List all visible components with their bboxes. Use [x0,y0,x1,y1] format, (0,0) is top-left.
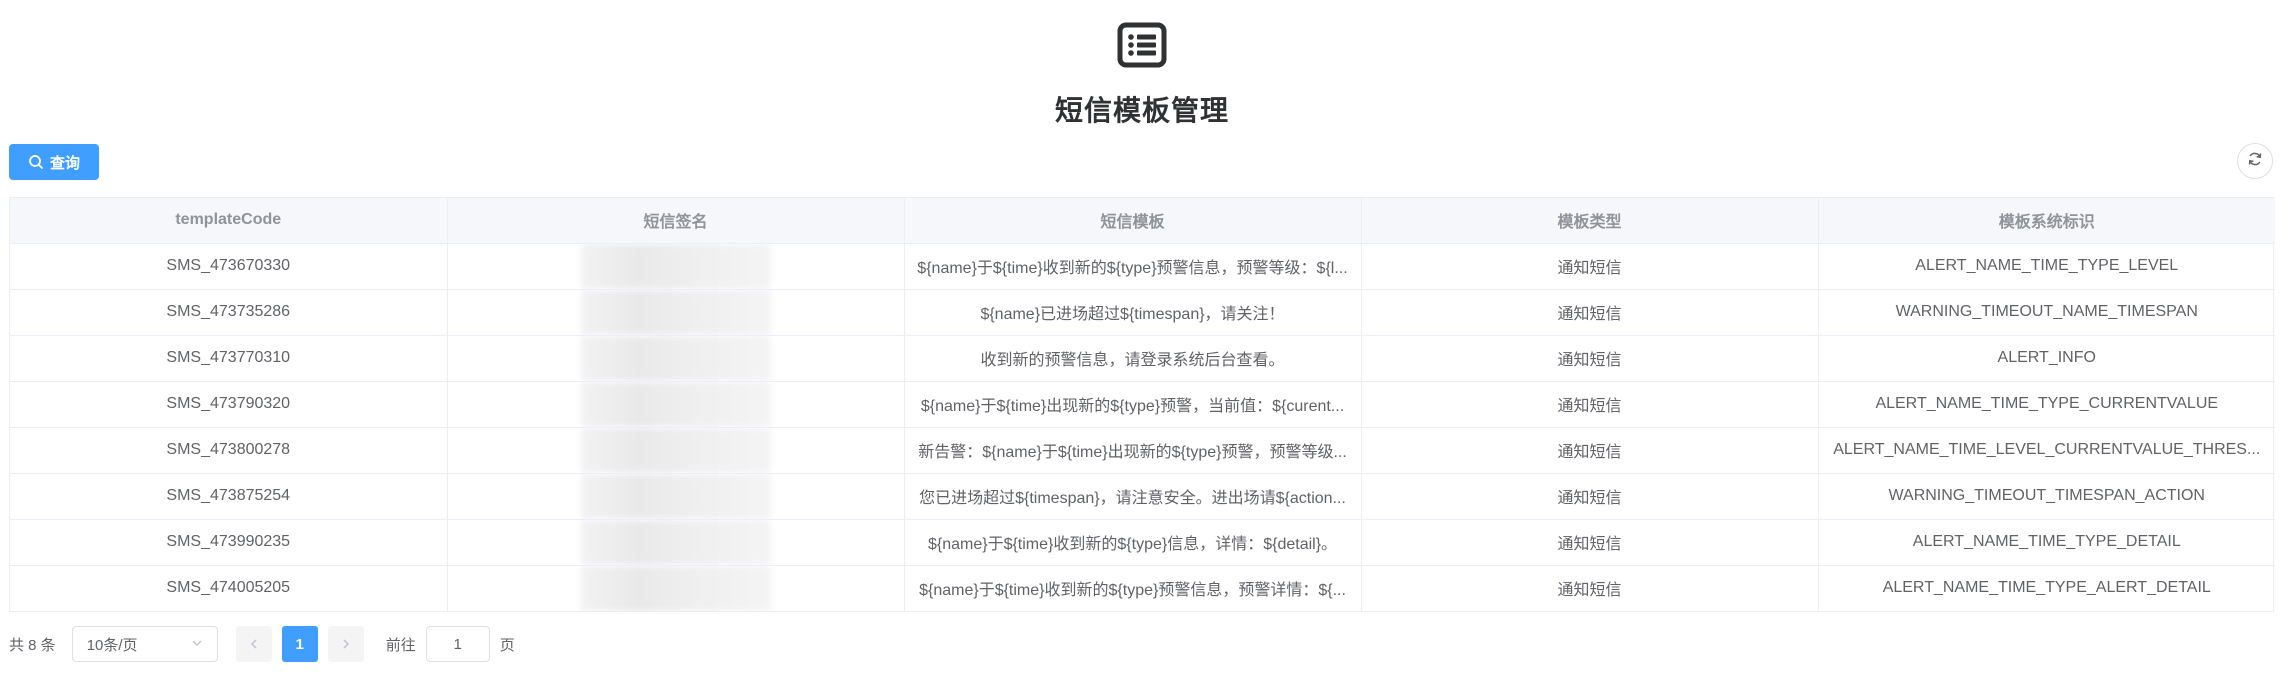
cell-type: 通知短信 [1361,519,1819,566]
chevron-right-icon [341,634,351,655]
table-header-row: templateCode 短信签名 短信模板 模板类型 模板系统标识 [10,198,2275,244]
table-row[interactable]: SMS_473800278 新告警：${name}于${time}出现新的${t… [10,427,2275,474]
cell-template-code: SMS_473735286 [10,289,448,336]
query-button[interactable]: 查询 [9,144,99,180]
page-size-value: 10条/页 [86,636,138,654]
redacted-signature [580,243,771,288]
page-size-select[interactable]: 10条/页 [71,626,218,662]
cell-template: ${name}于${time}收到新的${type}预警信息，预警等级：${l.… [904,243,1362,290]
column-header: 模板系统标识 [1818,198,2275,244]
cell-template-code: SMS_473770310 [10,335,448,382]
cell-template: ${name}已进场超过${timespan}，请关注！ [904,289,1362,336]
page-header: 短信模板管理 [0,22,2284,129]
pagination: 共 8 条 10条/页 1 前往 页 [9,626,515,662]
cell-signature [447,519,905,566]
table-row[interactable]: SMS_473875254 您已进场超过${timespan}，请注意安全。进出… [10,473,2275,520]
redacted-signature [580,565,771,611]
cell-system-id: ALERT_NAME_TIME_TYPE_CURRENTVALUE [1818,381,2275,428]
table-row[interactable]: SMS_474005205 ${name}于${time}收到新的${type}… [10,565,2275,611]
cell-template: ${name}于${time}出现新的${type}预警，当前值：${curen… [904,381,1362,428]
page-number-current[interactable]: 1 [281,626,318,662]
goto-page-input[interactable] [425,626,490,662]
next-page-button[interactable] [327,626,364,662]
page-title: 短信模板管理 [1054,95,1229,126]
query-button-label: 查询 [49,154,80,172]
cell-template-code: SMS_473875254 [10,473,448,520]
redacted-signature [580,289,771,334]
chevron-down-icon [191,636,203,653]
cell-system-id: ALERT_INFO [1818,335,2275,382]
template-table: templateCode 短信签名 短信模板 模板类型 模板系统标识 SMS_4… [9,197,2275,612]
cell-system-id: ALERT_NAME_TIME_TYPE_LEVEL [1818,243,2275,290]
cell-signature [447,565,905,611]
cell-template-code: SMS_473990235 [10,519,448,566]
cell-type: 通知短信 [1361,335,1819,382]
cell-type: 通知短信 [1361,381,1819,428]
table-row[interactable]: SMS_473790320 ${name}于${time}出现新的${type}… [10,381,2275,428]
cell-system-id: ALERT_NAME_TIME_TYPE_DETAIL [1818,519,2275,566]
search-icon [28,154,44,170]
redacted-signature [580,381,771,426]
cell-type: 通知短信 [1361,289,1819,336]
cell-template-code: SMS_473790320 [10,381,448,428]
cell-template-code: SMS_473800278 [10,427,448,474]
cell-template: ${name}于${time}收到新的${type}信息，详情：${detail… [904,519,1362,566]
cell-signature [447,335,905,382]
cell-template-code: SMS_474005205 [10,565,448,611]
cell-system-id: ALERT_NAME_TIME_LEVEL_CURRENTVALUE_THRES… [1818,427,2275,474]
cell-signature [447,427,905,474]
cell-template: ${name}于${time}收到新的${type}预警信息，预警详情：${..… [904,565,1362,611]
column-header: 短信模板 [904,198,1362,244]
redacted-signature [580,427,771,472]
refresh-button[interactable] [2237,143,2273,179]
column-header: 短信签名 [447,198,905,244]
cell-type: 通知短信 [1361,565,1819,611]
redacted-signature [580,519,771,564]
goto-suffix: 页 [499,636,515,654]
sms-template-page: 短信模板管理 查询 templateCode 短信签名 短信模板 模板类型 模板… [0,0,2284,676]
chevron-left-icon [249,634,259,655]
redacted-signature [580,335,771,380]
cell-signature [447,473,905,520]
refresh-icon [2247,151,2263,172]
table-row[interactable]: SMS_473670330 ${name}于${time}收到新的${type}… [10,243,2275,290]
goto-label: 前往 [385,636,416,654]
cell-system-id: ALERT_NAME_TIME_TYPE_ALERT_DETAIL [1882,579,2211,596]
cell-type: 通知短信 [1361,427,1819,474]
cell-signature [447,289,905,336]
table-row[interactable]: SMS_473990235 ${name}于${time}收到新的${type}… [10,519,2275,566]
list-icon [1117,22,1167,68]
cell-system-id: WARNING_TIMEOUT_NAME_TIMESPAN [1818,289,2275,336]
cell-template-code: SMS_473670330 [10,243,448,290]
total-count: 共 8 条 [9,636,56,654]
cell-template: 新告警：${name}于${time}出现新的${type}预警，预警等级... [904,427,1362,474]
cell-system-id: WARNING_TIMEOUT_TIMESPAN_ACTION [1818,473,2275,520]
prev-page-button[interactable] [235,626,272,662]
cell-signature [447,381,905,428]
cell-type: 通知短信 [1361,473,1819,520]
redacted-signature [580,473,771,518]
column-header: 模板类型 [1361,198,1819,244]
table-row[interactable]: SMS_473770310 收到新的预警信息，请登录系统后台查看。 通知短信 A… [10,335,2275,382]
cell-template: 您已进场超过${timespan}，请注意安全。进出场请${action... [904,473,1362,520]
cell-signature [447,243,905,290]
column-header: templateCode [10,198,448,244]
cell-type: 通知短信 [1361,243,1819,290]
table-row[interactable]: SMS_473735286 ${name}已进场超过${timespan}，请关… [10,289,2275,336]
cell-template: 收到新的预警信息，请登录系统后台查看。 [904,335,1362,382]
